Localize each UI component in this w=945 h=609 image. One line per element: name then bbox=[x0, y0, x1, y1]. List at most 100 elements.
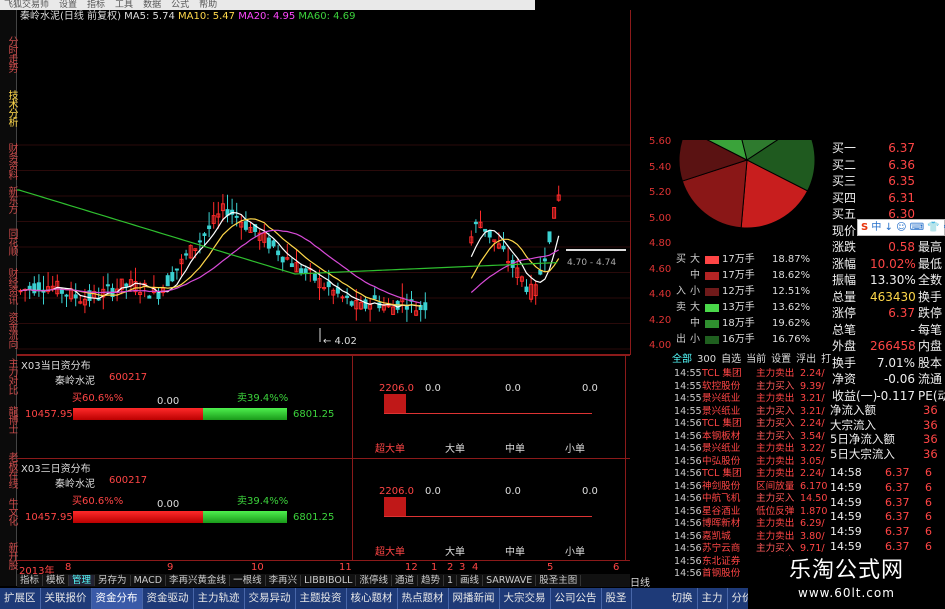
alert-row[interactable]: 14:56 神剑股份 区间放量 6.170 bbox=[672, 481, 830, 494]
alert-row[interactable]: 14:56 景兴纸业 主力卖出 3.22/ bbox=[672, 443, 830, 456]
news-tab[interactable]: 打 bbox=[821, 354, 831, 365]
alert-action: 主力卖出 bbox=[756, 443, 795, 454]
left-tab[interactable]: 新开股 bbox=[0, 542, 17, 569]
indicator-tab[interactable]: 指标 bbox=[17, 575, 44, 586]
news-tab[interactable]: 全部 bbox=[672, 354, 692, 365]
menu-item[interactable]: 公式 bbox=[171, 0, 189, 10]
alert-stock: 嘉凯城 bbox=[702, 530, 731, 542]
left-tab[interactable]: 技术分析 bbox=[0, 90, 17, 126]
bottom-tab[interactable]: 交易异动 bbox=[245, 588, 296, 609]
alert-row[interactable]: 14:56 星谷酒业 低位反弹 1.870 bbox=[672, 506, 830, 519]
indicator-tab[interactable]: 另存为 bbox=[95, 575, 131, 586]
indicator-tab[interactable]: 股圣主图 bbox=[536, 575, 582, 586]
col-header: 小单 bbox=[565, 547, 585, 558]
alert-row[interactable]: 14:56 TCL 集团 主力买入 2.24/ bbox=[672, 418, 830, 431]
indicator-tab[interactable]: 管理 bbox=[69, 575, 96, 586]
indicator-bar[interactable]: 指标 模板 管理 另存为 MACD 李再兴黄金线 一根线 李再兴 LIBBIBOLL 涨停线 通道趋… bbox=[17, 574, 630, 587]
left-tab[interactable]: 龍博士 bbox=[0, 406, 17, 433]
indicator-tab[interactable]: SARWAVE bbox=[483, 575, 537, 586]
candle-body bbox=[276, 250, 281, 256]
panel-code: 600217 bbox=[109, 372, 148, 383]
bottom-tab[interactable]: 核心题材 bbox=[347, 588, 398, 609]
quote-row: 振幅 13.30% 全数 bbox=[830, 272, 945, 289]
ime-toolbar[interactable]: S 中 ↓ ☺ ⌨ 👕 ⚙ bbox=[857, 219, 945, 236]
news-tab[interactable]: 设置 bbox=[771, 354, 791, 365]
indicator-tab[interactable]: 通道 bbox=[391, 575, 418, 586]
news-tab[interactable]: 浮出 bbox=[796, 354, 816, 365]
alert-row[interactable]: 14:56 嘉凯城 主力卖出 3.80/ bbox=[672, 531, 830, 544]
news-tab[interactable]: 自选 bbox=[721, 354, 741, 365]
bottom-tab[interactable]: 股圣 bbox=[602, 588, 632, 609]
left-tab[interactable]: 新东方 bbox=[0, 186, 17, 213]
quote-key: 买四 bbox=[832, 190, 857, 205]
menu-item[interactable]: 帮助 bbox=[199, 0, 217, 10]
quote-value: 10.02% bbox=[870, 256, 916, 271]
bottom-tab-right[interactable]: 主力 bbox=[698, 588, 728, 609]
order-amount: 12万手 bbox=[722, 286, 755, 297]
bottom-tab[interactable]: 网播新闻 bbox=[449, 588, 500, 609]
bottom-tab-right[interactable]: 切换 bbox=[668, 588, 698, 609]
bottom-tab[interactable]: 热点题材 bbox=[398, 588, 449, 609]
alert-row[interactable]: 14:56 中航飞机 主力买入 14.50 bbox=[672, 493, 830, 506]
candle-body bbox=[165, 275, 170, 287]
left-tab[interactable]: 财务资料 bbox=[0, 143, 17, 179]
left-tab[interactable]: 财经资讯 bbox=[0, 268, 17, 304]
candlestick-chart[interactable]: 4.70 - 4.74 ← 4.02 bbox=[17, 10, 630, 355]
alert-row[interactable]: 14:56 博晖新材 主力卖出 6.29/ bbox=[672, 518, 830, 531]
period-button[interactable]: 日线 bbox=[630, 574, 672, 589]
menu-item[interactable]: 飞狐交易师 bbox=[4, 0, 49, 10]
left-tab[interactable]: 资金流向 bbox=[0, 312, 17, 348]
indicator-tab[interactable]: 一根线 bbox=[230, 575, 266, 586]
alert-row[interactable]: 14:56 TCL 集团 主力卖出 2.24/ bbox=[672, 468, 830, 481]
indicator-tab[interactable]: LIBBIBOLL bbox=[301, 575, 357, 586]
alert-row[interactable]: 14:55 景兴纸业 主力卖出 3.21/ bbox=[672, 393, 830, 406]
alert-price: 3.80/ bbox=[800, 530, 825, 542]
menu-item[interactable]: 设置 bbox=[59, 0, 77, 10]
alert-row[interactable]: 14:56 中弘股份 主力卖出 3.05/ bbox=[672, 456, 830, 469]
indicator-tab[interactable]: 涨停线 bbox=[356, 575, 392, 586]
candle-body bbox=[349, 301, 354, 306]
indicator-tab[interactable]: 李再兴 bbox=[265, 575, 302, 586]
left-tab[interactable]: 主力对比 bbox=[0, 358, 17, 394]
bottom-tab[interactable]: 资金驱动 bbox=[143, 588, 194, 609]
quote-row: 总量 463430 换手 bbox=[830, 289, 945, 306]
news-tab[interactable]: 300 bbox=[697, 354, 716, 365]
flow-key: 5日大宗流入 bbox=[830, 446, 895, 461]
sell-amount: 6801.25 bbox=[293, 409, 335, 420]
alert-row[interactable]: 14:56 本钢板材 主力买入 3.54/ bbox=[672, 431, 830, 444]
alert-list[interactable]: 14:55 TCL 集团 主力卖出 2.24/14:55 软控股份 主力买入 9.39/14… bbox=[672, 368, 830, 586]
left-tab[interactable]: 老板在线 bbox=[0, 452, 17, 488]
alert-row[interactable]: 14:55 软控股份 主力买入 9.39/ bbox=[672, 381, 830, 394]
panel-divider bbox=[352, 459, 353, 560]
indicator-tab[interactable]: MACD bbox=[130, 575, 167, 586]
bottom-tab[interactable]: 资金分布 bbox=[91, 588, 143, 609]
candle-body bbox=[124, 283, 129, 287]
bottom-tab[interactable]: 关联报价 bbox=[41, 588, 92, 609]
menu-item[interactable]: 指标 bbox=[87, 0, 105, 10]
bottom-tab[interactable]: 大宗交易 bbox=[500, 588, 551, 609]
date-label: 2 bbox=[447, 562, 454, 573]
left-tab[interactable]: 同花顺 bbox=[0, 228, 17, 255]
indicator-tab[interactable]: 画线 bbox=[457, 575, 484, 586]
alert-row[interactable]: 14:55 TCL 集团 主力卖出 2.24/ bbox=[672, 368, 830, 381]
bottom-tab[interactable]: 公司公告 bbox=[551, 588, 602, 609]
indicator-tab[interactable]: 李再兴黄金线 bbox=[166, 575, 231, 586]
alert-row[interactable]: 14:55 景兴纸业 主力买入 3.21/ bbox=[672, 406, 830, 419]
news-tabs[interactable]: 全部 300 自选 当前 设置 浮出打 bbox=[672, 353, 831, 366]
left-tab[interactable]: 分时走势 bbox=[0, 36, 17, 72]
alert-row[interactable]: 14:56 苏宁云商 主力买入 9.71/ bbox=[672, 543, 830, 556]
indicator-tab[interactable]: 模板 bbox=[43, 575, 70, 586]
chart-title-line: 秦岭水泥(日线 前复权) MA5: 5.74 MA10: 5.47 MA20: … bbox=[20, 10, 355, 24]
menu-item[interactable]: 工具 bbox=[115, 0, 133, 10]
bottom-tab[interactable]: 主力轨迹 bbox=[194, 588, 245, 609]
left-tab[interactable]: 牛文化 bbox=[0, 498, 17, 525]
flow-value: 36 bbox=[923, 417, 938, 432]
news-tab[interactable]: 当前 bbox=[746, 354, 766, 365]
indicator-tab[interactable]: 趋势 bbox=[417, 575, 444, 586]
bottom-tab[interactable]: 扩展区 bbox=[0, 588, 41, 609]
bottom-tab[interactable]: 主题投资 bbox=[296, 588, 347, 609]
alert-stock: 景兴纸业 bbox=[702, 443, 741, 454]
indicator-tab[interactable]: 1 bbox=[444, 575, 458, 586]
alert-price: 3.21/ bbox=[800, 393, 825, 404]
menu-item[interactable]: 数据 bbox=[143, 0, 161, 10]
